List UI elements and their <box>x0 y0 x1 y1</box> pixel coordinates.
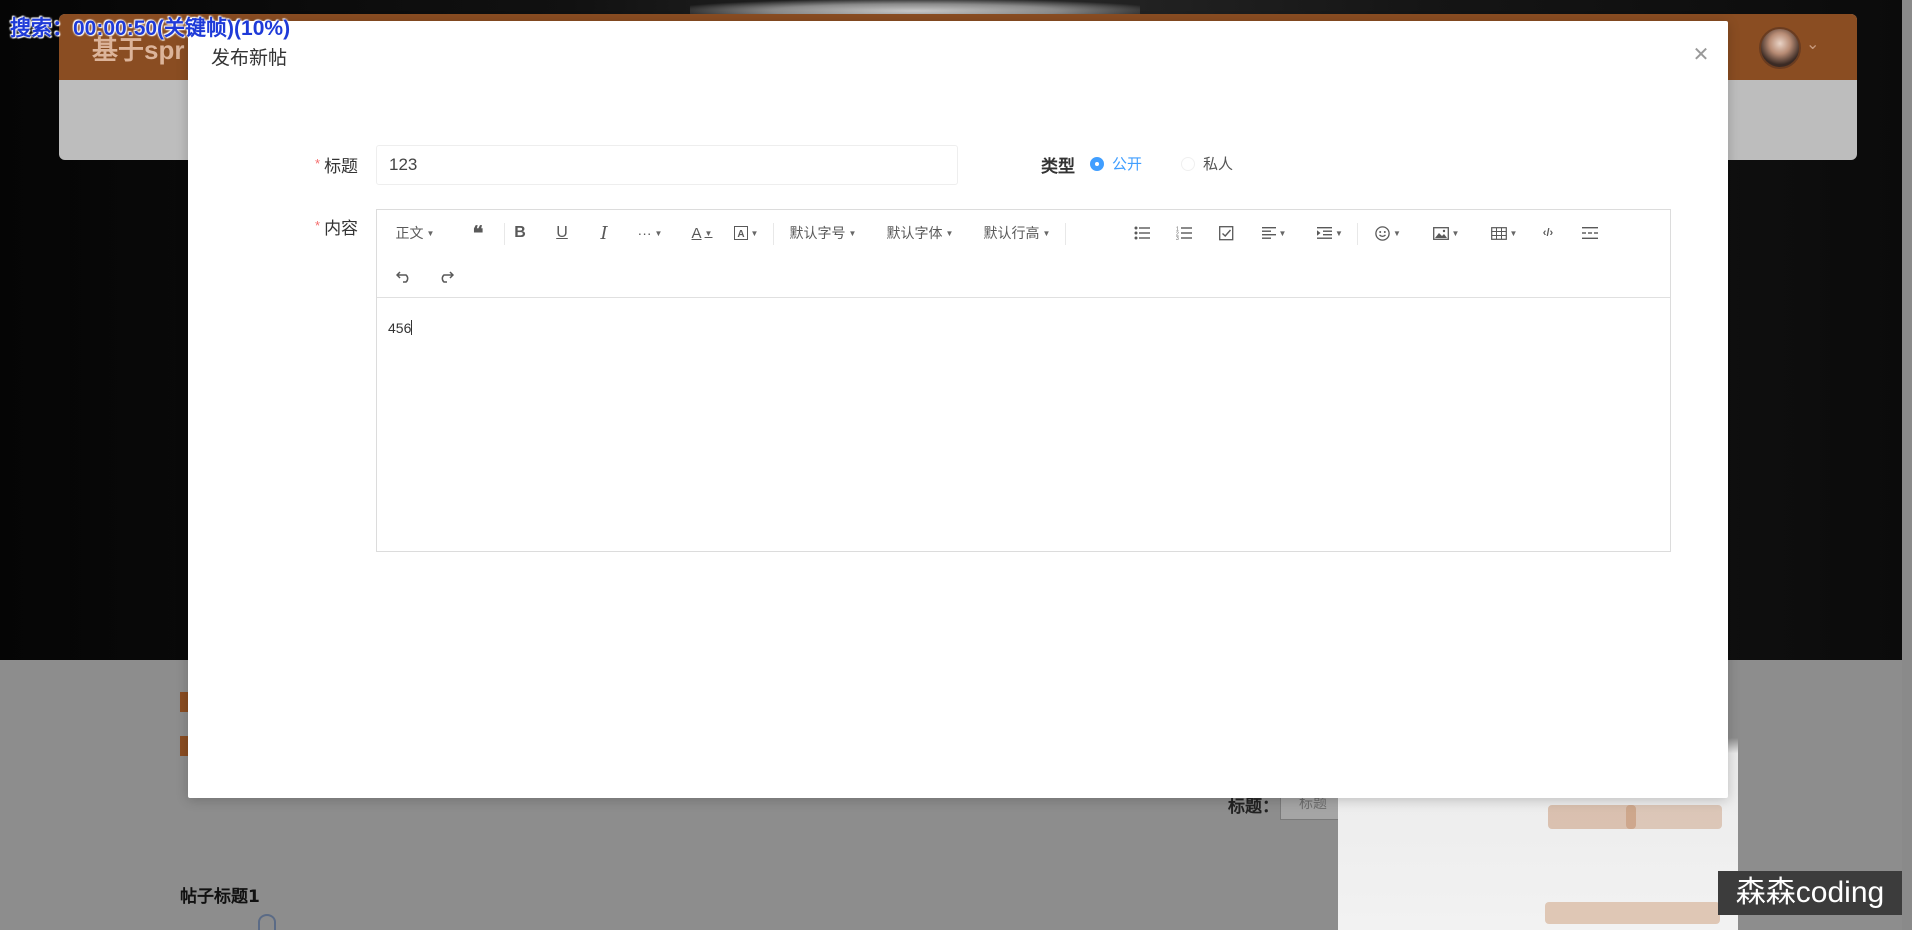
emoji-icon[interactable]: ▼ <box>1371 220 1405 246</box>
content-label: * 内容 <box>315 214 358 239</box>
font-family-label: 默认字体 <box>886 225 943 241</box>
underline-icon[interactable]: U <box>549 220 575 246</box>
caret-down-icon: ▼ <box>1042 228 1051 238</box>
avatar[interactable] <box>1759 27 1801 69</box>
redo-icon[interactable] <box>433 263 459 289</box>
caret-down-icon: ▼ <box>426 228 435 238</box>
indent-icon[interactable]: ▼ <box>1313 220 1347 246</box>
caret-down-icon: ▼ <box>945 228 954 238</box>
dialog-title: 发布新帖 <box>211 48 288 69</box>
editor-text: 456 <box>388 320 412 336</box>
editor-content-area[interactable]: 456 <box>377 298 1670 551</box>
chevron-down-icon[interactable]: ⌄ <box>1806 34 1819 53</box>
radio-public-label: 公开 <box>1112 156 1143 173</box>
caret-down-icon: ▼ <box>1393 228 1401 238</box>
divider-icon[interactable] <box>1577 220 1603 246</box>
table-icon[interactable]: ▼ <box>1487 220 1521 246</box>
todo-icon[interactable] <box>1213 220 1239 246</box>
paragraph-label: 正文 <box>395 225 424 241</box>
title-label: * 标题 <box>315 152 358 177</box>
caret-down-icon: ▼ <box>1335 228 1343 238</box>
radio-checked-icon <box>1090 156 1104 171</box>
post-avatar-icon <box>258 914 276 930</box>
more-icon[interactable]: ··· ▼ <box>633 220 667 246</box>
rich-text-editor: 正文 ▼ ❝ B U I ··· ▼ A ▼ A ▼ 默认字号 ▼ 默认字体 ▼ 默认行高 ▼ <box>376 209 1671 552</box>
background-color-icon[interactable]: A ▼ <box>729 220 763 246</box>
watermark: 森森coding <box>1718 871 1902 915</box>
quote-icon[interactable]: ❝ <box>465 220 491 246</box>
title-label-text: 标题 <box>324 157 359 176</box>
toolbar-divider <box>504 223 505 245</box>
blurred-button <box>1545 902 1720 924</box>
undo-icon[interactable] <box>391 263 417 289</box>
font-size-label: 默认字号 <box>789 225 846 241</box>
image-icon[interactable]: ▼ <box>1429 220 1463 246</box>
paragraph-dropdown[interactable]: 正文 ▼ <box>389 220 441 246</box>
caret-down-icon: ▼ <box>1509 228 1518 238</box>
caret-down-icon: ▼ <box>1451 228 1460 238</box>
post-title[interactable]: 帖子标题1 <box>180 882 260 907</box>
editor-toolbar: 正文 ▼ ❝ B U I ··· ▼ A ▼ A ▼ 默认字号 ▼ 默认字体 ▼ 默认行高 ▼ <box>377 210 1670 298</box>
toolbar-divider <box>773 223 774 245</box>
blurred-button <box>1548 805 1636 829</box>
line-height-dropdown[interactable]: 默认行高 ▼ <box>981 220 1053 246</box>
line-height-label: 默认行高 <box>983 225 1040 241</box>
required-mark: * <box>315 218 321 233</box>
radio-public[interactable]: 公开 <box>1090 153 1142 174</box>
required-mark: * <box>315 156 321 171</box>
caret-down-icon: ▼ <box>1278 228 1287 238</box>
svg-text:3: 3 <box>1176 236 1179 240</box>
toolbar-divider <box>1065 223 1066 245</box>
close-icon[interactable]: ✕ <box>1690 43 1712 65</box>
font-family-dropdown[interactable]: 默认字体 ▼ <box>884 220 956 246</box>
search-status-overlay: 搜索：00:00:50(关键帧)(10%) <box>10 17 291 40</box>
code-icon[interactable]: ‹/› <box>1535 220 1561 246</box>
type-label: 类型 <box>1041 157 1075 176</box>
text-cursor <box>411 320 413 335</box>
toolbar-divider <box>1357 223 1358 245</box>
svg-text:A: A <box>737 229 744 240</box>
italic-icon[interactable]: I <box>591 220 617 246</box>
title-input[interactable] <box>376 145 958 185</box>
caret-down-icon: ▼ <box>654 228 663 238</box>
publish-post-dialog: 发布新帖 ✕ *标题 类型 公开 私人 *内容 正文▼ ❝ B U I ···▼… <box>188 21 1728 798</box>
caret-down-icon: ▼ <box>704 228 713 238</box>
caret-down-icon: ▼ <box>848 228 857 238</box>
bold-icon[interactable]: B <box>507 220 533 246</box>
numbered-list-icon[interactable]: 123 <box>1171 220 1197 246</box>
font-size-dropdown[interactable]: 默认字号 ▼ <box>787 220 859 246</box>
align-icon[interactable]: ▼ <box>1257 220 1291 246</box>
radio-private-label: 私人 <box>1203 156 1234 173</box>
font-color-icon[interactable]: A ▼ <box>685 220 719 246</box>
caret-down-icon: ▼ <box>750 228 759 238</box>
content-label-text: 内容 <box>324 219 359 238</box>
radio-private[interactable]: 私人 <box>1181 153 1233 174</box>
blurred-button <box>1626 805 1722 829</box>
radio-unchecked-icon <box>1181 156 1195 171</box>
bulleted-list-icon[interactable] <box>1129 220 1155 246</box>
